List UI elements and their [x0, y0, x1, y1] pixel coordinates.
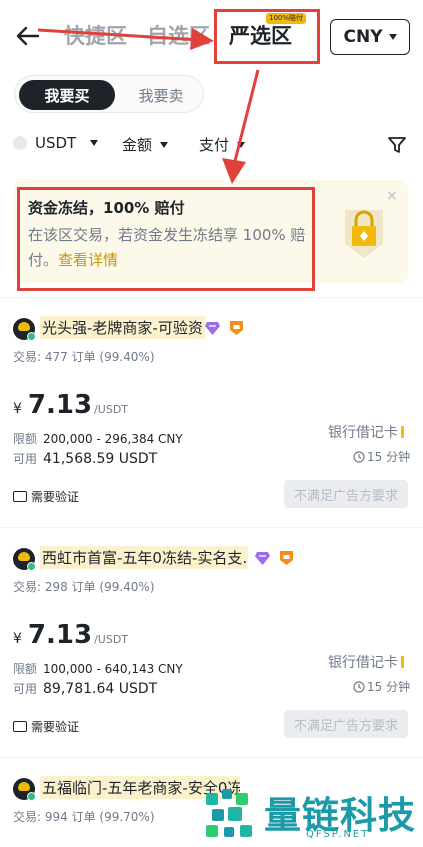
watermark-logo-icon — [206, 789, 252, 837]
payment-time-label: 15 分钟 — [367, 450, 411, 464]
available-row: 可用 89,781.64 USDT — [13, 680, 157, 697]
chevron-down-icon — [388, 34, 397, 40]
payment-filter-label: 支付 — [199, 136, 230, 154]
price-unit: /USDT — [94, 633, 129, 646]
sell-tab[interactable]: 我要卖 — [121, 80, 201, 110]
available-label: 可用 — [13, 452, 38, 466]
trade-toggle: 我要买 我要卖 — [14, 75, 204, 113]
limit-row: 限额 200,000 - 296,384 CNY — [13, 430, 183, 447]
watermark: 量链科技 QFSP.NET — [202, 783, 423, 847]
requirement-button[interactable]: 不满足广告方要求 — [284, 480, 408, 508]
chevron-down-icon — [90, 140, 99, 146]
limit-row: 限额 100,000 - 640,143 CNY — [13, 660, 183, 677]
annotation-box-tab — [214, 9, 320, 64]
online-indicator — [27, 792, 36, 801]
clock-icon — [353, 680, 365, 693]
id-card-icon — [13, 721, 27, 732]
available-value: 89,781.64 USDT — [43, 681, 158, 697]
limit-label: 限额 — [13, 662, 38, 676]
price: ¥ 7.13 /USDT — [13, 390, 128, 420]
payment-time: 15 分钟 — [353, 448, 410, 465]
chevron-down-icon — [237, 141, 246, 148]
trade-stats: 交易: 477 订单 (99.40%) — [13, 350, 155, 364]
merchant-name[interactable]: 西虹市首富-五年0冻结-实名支... — [40, 546, 248, 569]
listing-card[interactable]: 西虹市首富-五年0冻结-实名支... 交易: 298 订单 (99.40%) ¥… — [0, 528, 423, 758]
payment-method: 银行借记卡 — [328, 652, 404, 672]
listing-card[interactable]: 光头强-老牌商家-可验资 交易: 477 订单 (99.40%) ¥ 7.13 … — [0, 298, 423, 528]
filter-bar: USDT 金额 支付 — [0, 132, 423, 162]
price: ¥ 7.13 /USDT — [13, 620, 128, 650]
verification-note: 需要验证 — [13, 488, 79, 505]
payment-color-bar — [401, 656, 404, 668]
requirement-button[interactable]: 不满足广告方要求 — [284, 710, 408, 738]
coin-icon — [13, 136, 27, 150]
payment-filter[interactable]: 支付 — [199, 134, 246, 155]
close-icon[interactable]: × — [386, 188, 398, 204]
limit-label: 限额 — [13, 432, 38, 446]
available-label: 可用 — [13, 682, 38, 696]
online-indicator — [27, 332, 36, 341]
verification-label: 需要验证 — [31, 720, 80, 734]
merchant-shield-icon — [280, 551, 293, 565]
buy-tab[interactable]: 我要买 — [19, 80, 115, 110]
diamond-badge-icon — [255, 552, 270, 565]
currency-symbol: ¥ — [13, 401, 22, 417]
payment-method: 银行借记卡 — [328, 422, 404, 442]
coin-filter[interactable]: USDT — [13, 134, 99, 152]
filter-funnel-icon[interactable] — [386, 134, 408, 156]
annotation-box-banner — [17, 187, 315, 291]
merchant-shield-icon — [230, 321, 243, 335]
id-card-icon — [13, 491, 27, 502]
price-unit: /USDT — [94, 403, 129, 416]
currency-label: CNY — [343, 27, 383, 47]
amount-filter-label: 金额 — [122, 136, 153, 154]
coin-filter-label: USDT — [35, 134, 77, 152]
available-row: 可用 41,568.59 USDT — [13, 450, 157, 467]
online-indicator — [27, 562, 36, 571]
trade-stats: 交易: 298 订单 (99.40%) — [13, 580, 155, 594]
verification-note: 需要验证 — [13, 718, 79, 735]
limit-value: 200,000 - 296,384 CNY — [43, 432, 183, 446]
amount-filter[interactable]: 金额 — [122, 134, 169, 155]
currency-selector[interactable]: CNY — [330, 19, 410, 55]
back-arrow-icon[interactable] — [14, 22, 42, 50]
trade-stats: 交易: 994 订单 (99.70%) — [13, 810, 155, 824]
verification-label: 需要验证 — [31, 490, 80, 504]
available-value: 41,568.59 USDT — [43, 451, 158, 467]
clock-icon — [353, 450, 365, 463]
price-value: 7.13 — [27, 620, 93, 650]
price-value: 7.13 — [27, 390, 93, 420]
payment-time-label: 15 分钟 — [367, 680, 411, 694]
watermark-subtitle: QFSP.NET — [306, 829, 370, 840]
limit-value: 100,000 - 640,143 CNY — [43, 662, 183, 676]
tab-custom[interactable]: 自选区 — [147, 20, 210, 50]
lock-shield-icon — [345, 210, 383, 258]
diamond-badge-icon — [205, 322, 220, 335]
currency-symbol: ¥ — [13, 631, 22, 647]
payment-time: 15 分钟 — [353, 678, 410, 695]
payment-method-label: 银行借记卡 — [328, 425, 398, 441]
payment-color-bar — [401, 426, 404, 438]
chevron-down-icon — [160, 141, 169, 148]
payment-method-label: 银行借记卡 — [328, 655, 398, 671]
header: 快捷区 自选区 严选区 100%赔付 CNY — [0, 0, 423, 72]
merchant-name[interactable]: 光头强-老牌商家-可验资 — [40, 316, 205, 339]
tab-quick[interactable]: 快捷区 — [64, 20, 127, 50]
